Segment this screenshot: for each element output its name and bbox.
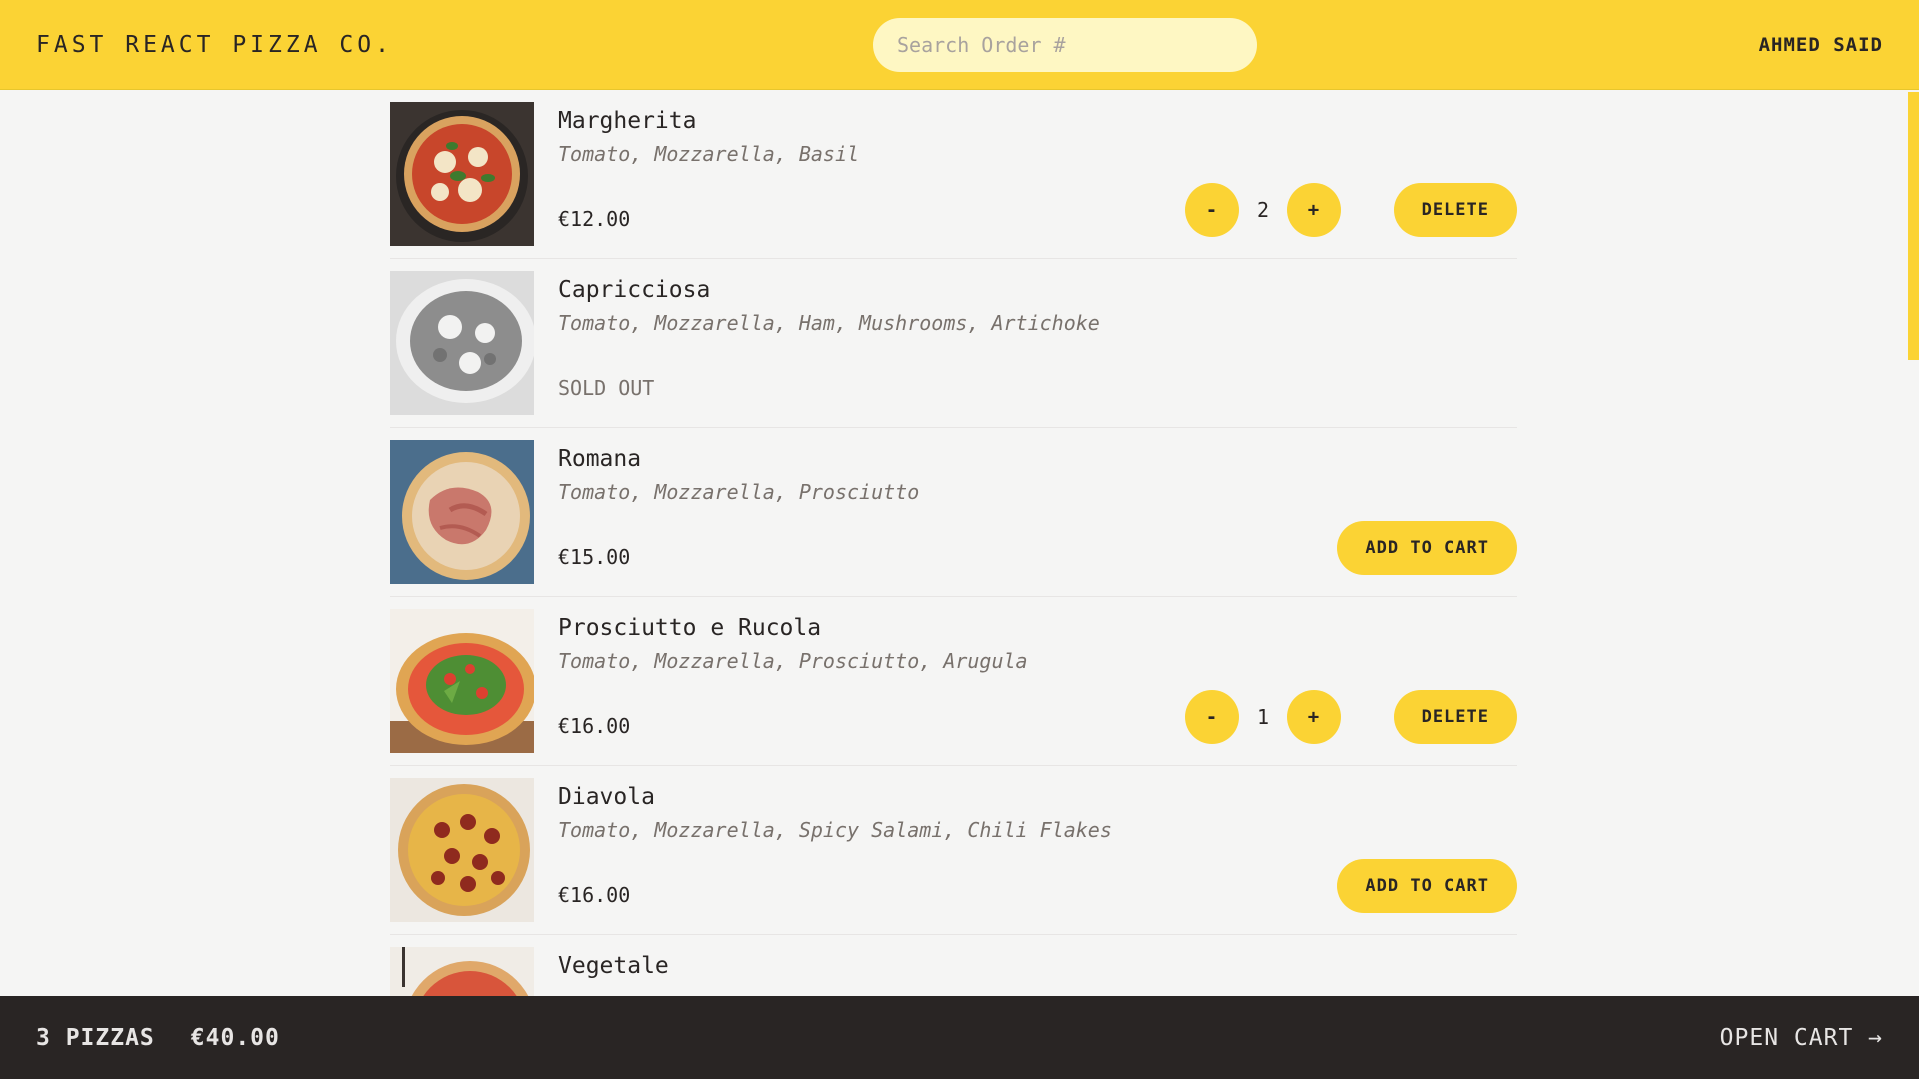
pizza-price: €15.00 xyxy=(558,545,631,569)
menu-list: Margherita Tomato, Mozzarella, Basil €12… xyxy=(390,90,1517,996)
cart-total-price: €40.00 xyxy=(190,1024,280,1051)
add-to-cart-button[interactable]: ADD TO CART xyxy=(1337,521,1517,575)
quantity-value: 1 xyxy=(1256,705,1270,729)
pizza-image xyxy=(390,778,534,922)
pizza-image xyxy=(390,271,534,415)
decrease-quantity-button[interactable]: - xyxy=(1185,183,1239,237)
add-to-cart-button[interactable]: ADD TO CART xyxy=(1337,859,1517,913)
open-cart-link[interactable]: OPEN CART → xyxy=(1720,1025,1883,1051)
pizza-price: €16.00 xyxy=(558,714,631,738)
increase-quantity-button[interactable]: + xyxy=(1287,690,1341,744)
pizza-name: Capricciosa xyxy=(558,277,711,303)
sold-out-label: SOLD OUT xyxy=(558,376,655,400)
menu-item-diavola: Diavola Tomato, Mozzarella, Spicy Salami… xyxy=(390,766,1517,935)
menu-item-margherita: Margherita Tomato, Mozzarella, Basil €12… xyxy=(390,90,1517,259)
pizza-image xyxy=(390,102,534,246)
cart-pizza-count: 3 PIZZAS xyxy=(36,1024,155,1051)
pizza-price: €16.00 xyxy=(558,883,631,907)
logo-link[interactable]: FAST REACT PIZZA CO. xyxy=(36,32,393,58)
scrollbar-thumb[interactable] xyxy=(1908,92,1919,360)
pizza-image xyxy=(390,440,534,584)
pizza-ingredients: Tomato, Mozzarella, Basil xyxy=(558,142,860,166)
quantity-stepper: - 2 + xyxy=(1185,183,1341,237)
pizza-name: Diavola xyxy=(558,784,655,810)
pizza-image xyxy=(390,947,534,996)
menu-item-romana: Romana Tomato, Mozzarella, Prosciutto €1… xyxy=(390,428,1517,597)
pizza-ingredients: Tomato, Mozzarella, Spicy Salami, Chili … xyxy=(558,818,1112,842)
pizza-name: Romana xyxy=(558,446,642,472)
delete-button[interactable]: DELETE xyxy=(1393,690,1517,744)
menu-item-vegetale: Vegetale xyxy=(390,935,1517,996)
pizza-ingredients: Tomato, Mozzarella, Prosciutto, Arugula xyxy=(558,649,1028,673)
increase-quantity-button[interactable]: + xyxy=(1287,183,1341,237)
cart-overview: 3 PIZZAS €40.00 OPEN CART → xyxy=(0,996,1919,1079)
quantity-stepper: - 1 + xyxy=(1185,690,1341,744)
pizza-price: €12.00 xyxy=(558,207,631,231)
pizza-ingredients: Tomato, Mozzarella, Prosciutto xyxy=(558,480,920,504)
menu-item-capricciosa: Capricciosa Tomato, Mozzarella, Ham, Mus… xyxy=(390,259,1517,428)
pizza-name: Prosciutto e Rucola xyxy=(558,615,822,641)
pizza-name: Vegetale xyxy=(558,953,669,979)
search-order-input[interactable] xyxy=(873,18,1257,72)
pizza-ingredients: Tomato, Mozzarella, Ham, Mushrooms, Arti… xyxy=(558,311,1100,335)
decrease-quantity-button[interactable]: - xyxy=(1185,690,1239,744)
delete-button[interactable]: DELETE xyxy=(1393,183,1517,237)
app-header: FAST REACT PIZZA CO. AHMED SAID xyxy=(0,0,1919,90)
username: AHMED SAID xyxy=(1758,33,1883,56)
pizza-name: Margherita xyxy=(558,108,697,134)
menu-item-prosciutto-e-rucola: Prosciutto e Rucola Tomato, Mozzarella, … xyxy=(390,597,1517,766)
quantity-value: 2 xyxy=(1256,198,1270,222)
cart-summary: 3 PIZZAS €40.00 xyxy=(36,1025,280,1051)
pizza-image xyxy=(390,609,534,753)
